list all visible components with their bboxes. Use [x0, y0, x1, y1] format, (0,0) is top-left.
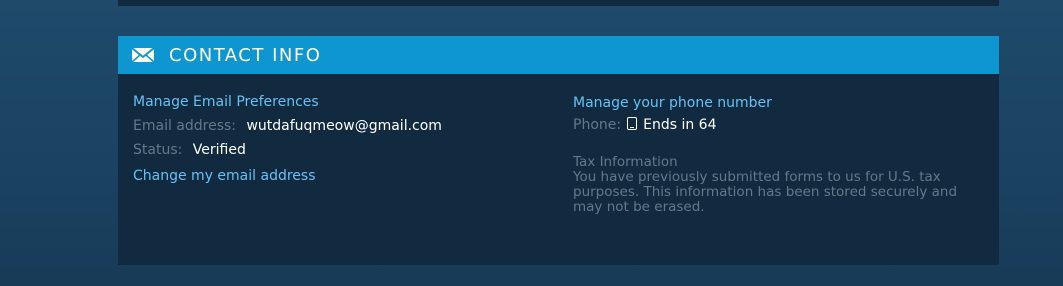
email-status-label: Status:	[133, 142, 183, 158]
phone-row: Phone: Ends in 64	[573, 117, 983, 133]
tax-info-title: Tax Information	[573, 154, 678, 170]
mobile-phone-icon	[627, 117, 638, 130]
email-address-value: wutdafuqmeow@gmail.com	[246, 118, 442, 134]
section-title: CONTACT INFO	[169, 44, 322, 66]
section-header: CONTACT INFO	[118, 36, 999, 74]
change-email-link[interactable]: Change my email address	[133, 168, 533, 184]
email-column: Manage Email Preferences Email address: …	[133, 94, 533, 184]
phone-column: Manage your phone number Phone: Ends in 6…	[573, 95, 983, 215]
email-address-label: Email address:	[133, 118, 237, 134]
email-status-row: Status: Verified	[133, 142, 533, 158]
tax-info-text: You have previously submitted forms to u…	[573, 169, 958, 215]
envelope-icon	[131, 47, 155, 63]
manage-phone-link[interactable]: Manage your phone number	[573, 95, 983, 111]
phone-label: Phone:	[573, 117, 622, 133]
tax-info-block: Tax Information You have previously subm…	[573, 155, 983, 215]
manage-email-preferences-link[interactable]: Manage Email Preferences	[133, 94, 533, 110]
phone-value: Ends in 64	[643, 117, 717, 133]
contact-info-section: CONTACT INFO Manage Email Preferences Em…	[118, 36, 999, 265]
previous-section-panel	[118, 0, 999, 6]
email-status-value: Verified	[192, 142, 246, 158]
email-address-row: Email address: wutdafuqmeow@gmail.com	[133, 118, 533, 134]
